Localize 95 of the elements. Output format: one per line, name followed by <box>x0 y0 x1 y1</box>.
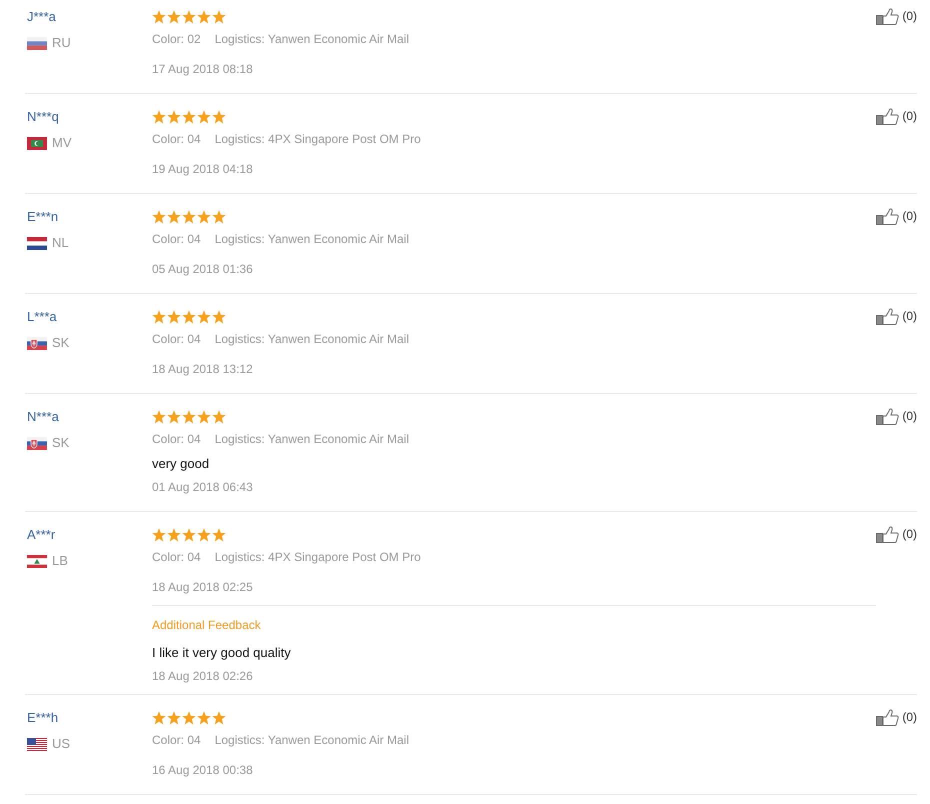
dutch-flag-icon <box>27 236 47 250</box>
color-option-text: Color: 04 <box>152 131 201 147</box>
star-icon <box>212 711 226 725</box>
star-icon <box>212 410 226 424</box>
color-option-text: Color: 04 <box>152 732 201 748</box>
star-icon <box>152 528 166 542</box>
star-icon <box>212 210 226 224</box>
logistics-text: Logistics: Yanwen Economic Air Mail <box>214 231 410 247</box>
additional-feedback-text: I like it very good quality <box>152 645 291 661</box>
color-option-text: Color: 04 <box>152 549 201 565</box>
country-code: SK <box>52 335 70 351</box>
thumbs-up-icon <box>876 108 900 124</box>
star-icon <box>152 711 166 725</box>
country-code: RU <box>52 35 71 51</box>
thumbs-up-icon <box>876 308 900 324</box>
american-flag-icon <box>27 738 47 750</box>
star-icon <box>152 110 166 124</box>
star-icon <box>197 410 211 424</box>
star-icon <box>182 110 196 124</box>
star-icon <box>182 10 196 24</box>
star-icon <box>182 210 196 224</box>
star-icon <box>197 110 211 124</box>
star-icon <box>197 711 211 725</box>
star-icon <box>167 210 181 224</box>
like-button[interactable]: (0) <box>876 8 917 24</box>
review-date: 17 Aug 2018 08:18 <box>152 61 253 77</box>
reviewer-name-link[interactable]: N***a <box>27 409 59 425</box>
review-date: 05 Aug 2018 01:36 <box>152 261 253 277</box>
like-button[interactable]: (0) <box>876 208 917 224</box>
star-icon <box>167 410 181 424</box>
star-icon <box>182 410 196 424</box>
slovak-flag-icon <box>27 336 47 350</box>
review-date: 19 Aug 2018 04:18 <box>152 161 253 177</box>
reviewer-name-link[interactable]: E***n <box>27 209 58 225</box>
color-option-text: Color: 04 <box>152 331 201 347</box>
lebanese-flag-icon <box>27 554 47 568</box>
additional-feedback-date: 18 Aug 2018 02:26 <box>152 668 253 684</box>
like-button[interactable]: (0) <box>876 408 917 424</box>
star-icon <box>197 10 211 24</box>
star-icon <box>167 310 181 324</box>
thumbs-up-icon <box>876 708 900 726</box>
country-code: NL <box>52 235 69 251</box>
like-button[interactable]: (0) <box>876 709 917 725</box>
thumbs-up-icon <box>876 8 900 24</box>
color-option-text: Color: 04 <box>152 231 201 247</box>
star-icon <box>197 210 211 224</box>
reviewer-name-link[interactable]: A***r <box>27 527 56 543</box>
review-date: 01 Aug 2018 06:43 <box>152 479 253 495</box>
reviewer-name-link[interactable]: L***a <box>27 309 57 325</box>
reviewer-name-link[interactable]: E***h <box>27 710 58 726</box>
thumbs-up-icon <box>876 526 900 542</box>
star-icon <box>212 110 226 124</box>
country-code: LB <box>52 553 68 569</box>
russian-flag-icon <box>27 36 47 50</box>
logistics-text: Logistics: Yanwen Economic Air Mail <box>214 31 410 47</box>
logistics-text: Logistics: Yanwen Economic Air Mail <box>214 732 410 748</box>
color-option-text: Color: 02 <box>152 31 201 47</box>
star-icon <box>212 528 226 542</box>
review-date: 16 Aug 2018 00:38 <box>152 762 253 778</box>
review-date: 18 Aug 2018 02:25 <box>152 579 253 595</box>
review-comment: very good <box>152 456 210 472</box>
slovak-flag-icon <box>27 436 47 450</box>
maldives-flag-icon <box>27 136 47 150</box>
star-icon <box>212 10 226 24</box>
star-icon <box>152 410 166 424</box>
star-icon <box>182 310 196 324</box>
star-icon <box>212 310 226 324</box>
logistics-text: Logistics: 4PX Singapore Post OM Pro <box>214 549 421 565</box>
reviewer-name-link[interactable]: J***a <box>27 9 56 25</box>
like-button[interactable]: (0) <box>876 526 917 542</box>
star-icon <box>152 10 166 24</box>
star-icon <box>152 210 166 224</box>
reviewer-name-link[interactable]: N***q <box>27 109 59 125</box>
thumbs-up-icon <box>876 208 900 224</box>
star-icon <box>197 310 211 324</box>
star-icon <box>167 711 181 725</box>
star-icon <box>167 10 181 24</box>
star-icon <box>182 711 196 725</box>
star-icon <box>182 528 196 542</box>
country-code: MV <box>52 135 72 151</box>
star-icon <box>152 310 166 324</box>
star-icon <box>197 528 211 542</box>
country-code: US <box>52 736 70 752</box>
star-icon <box>167 110 181 124</box>
logistics-text: Logistics: 4PX Singapore Post OM Pro <box>214 131 421 147</box>
like-button[interactable]: (0) <box>876 308 917 324</box>
additional-feedback-heading: Additional Feedback <box>152 617 261 633</box>
country-code: SK <box>52 435 70 451</box>
logistics-text: Logistics: Yanwen Economic Air Mail <box>214 331 410 347</box>
logistics-text: Logistics: Yanwen Economic Air Mail <box>214 431 410 447</box>
color-option-text: Color: 04 <box>152 431 201 447</box>
thumbs-up-icon <box>876 408 900 424</box>
review-date: 18 Aug 2018 13:12 <box>152 361 253 377</box>
star-icon <box>167 528 181 542</box>
like-button[interactable]: (0) <box>876 108 917 124</box>
